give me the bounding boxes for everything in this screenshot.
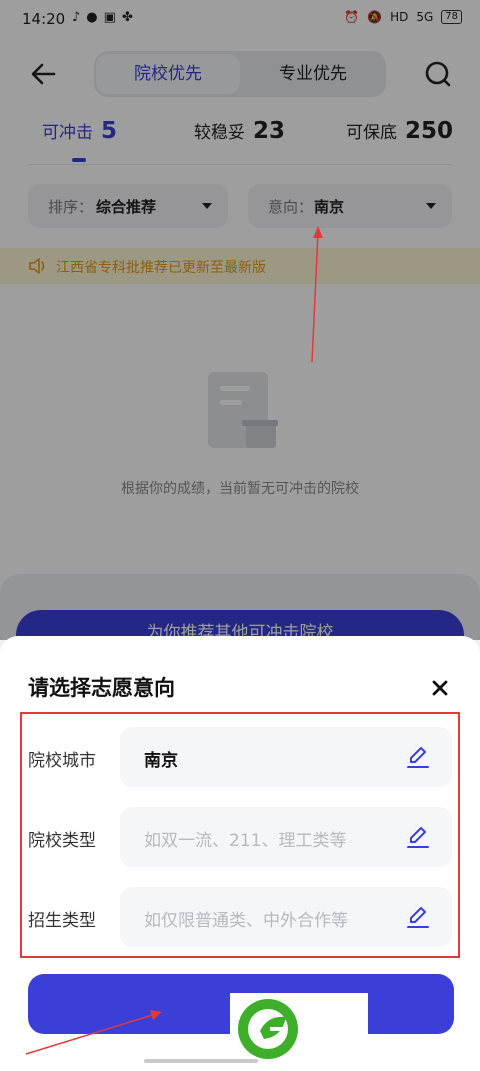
enroll-type-placeholder: 如仅限普通类、中外合作等 [144, 911, 348, 931]
watermark-logo [230, 993, 368, 1067]
field-label-enroll-type: 招生类型 [28, 911, 96, 931]
home-indicator [144, 1059, 258, 1063]
school-city-value: 南京 [144, 751, 178, 771]
pencil-icon[interactable] [406, 904, 430, 930]
school-city-field[interactable]: 南京 [120, 727, 452, 787]
enroll-type-field[interactable]: 如仅限普通类、中外合作等 [120, 887, 452, 947]
pencil-icon[interactable] [406, 744, 430, 770]
sheet-title: 请选择志愿意向 [28, 676, 175, 700]
field-label-city: 院校城市 [28, 751, 96, 771]
close-icon[interactable] [428, 676, 452, 700]
pencil-icon[interactable] [406, 824, 430, 850]
field-label-school-type: 院校类型 [28, 831, 96, 851]
modal-backdrop[interactable] [0, 0, 480, 640]
school-type-placeholder: 如双一流、211、理工类等 [144, 831, 347, 851]
school-type-field[interactable]: 如双一流、211、理工类等 [120, 807, 452, 867]
leaf-logo-icon [238, 999, 298, 1059]
